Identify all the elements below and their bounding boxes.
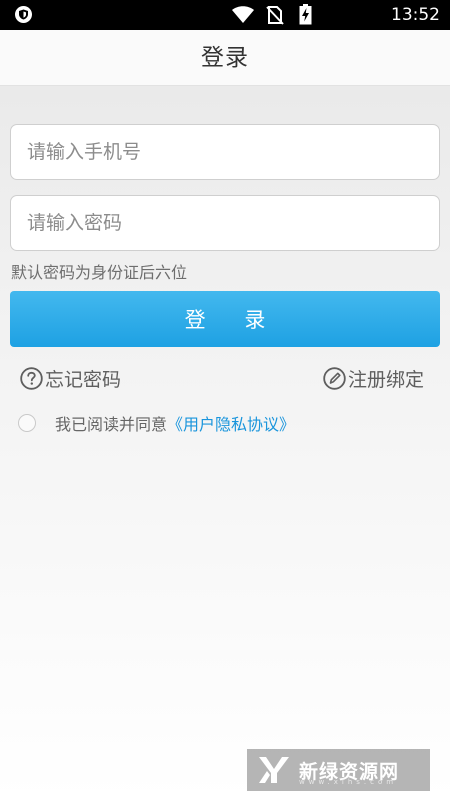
status-time: 13:52 — [391, 5, 440, 25]
agreement-text: 我已阅读并同意 — [55, 415, 168, 434]
phone-field-container — [10, 124, 440, 180]
page-title: 登录 — [201, 45, 249, 71]
question-circle-icon — [20, 366, 43, 390]
battery-charging-icon — [299, 4, 312, 29]
forgot-password-label: 忘记密码 — [45, 368, 122, 391]
privacy-policy-link[interactable]: 《用户隐私协议》 — [167, 411, 295, 435]
title-bar: 登录 — [0, 30, 450, 86]
password-input[interactable] — [11, 196, 439, 250]
agreement-checkbox[interactable] — [18, 414, 36, 432]
forgot-password-link[interactable]: 忘记密码 — [20, 365, 121, 391]
watermark-logo-icon — [259, 757, 289, 783]
status-bar: 13:52 — [0, 0, 450, 30]
edit-circle-icon — [323, 366, 346, 390]
phone-input[interactable] — [11, 125, 439, 179]
register-bind-label: 注册绑定 — [348, 368, 425, 391]
watermark-subtext: www.xlhs.com — [299, 778, 398, 786]
watermark: 新绿资源网 www.xlhs.com — [247, 749, 430, 791]
register-bind-link[interactable]: 注册绑定 — [323, 365, 424, 391]
wifi-icon — [232, 4, 254, 28]
agreement-row: 我已阅读并同意 《用户隐私协议》 — [18, 410, 295, 436]
shield-icon — [15, 6, 32, 23]
no-sim-icon — [266, 4, 284, 29]
password-field-container — [10, 195, 440, 251]
password-hint: 默认密码为身份证后六位 — [11, 263, 188, 282]
login-button[interactable]: 登 录 — [10, 291, 440, 347]
